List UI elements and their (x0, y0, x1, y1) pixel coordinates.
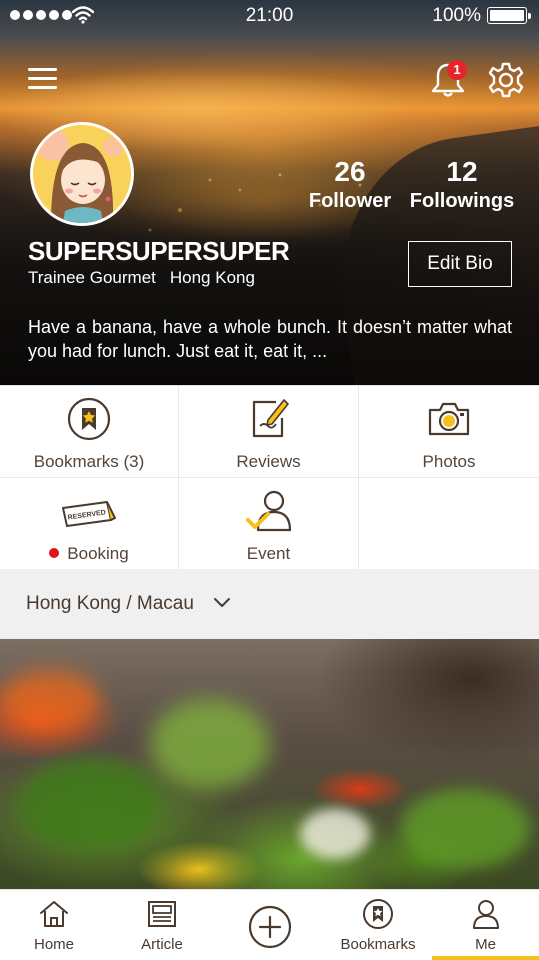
add-circle-icon (248, 905, 292, 949)
tab-bookmarks[interactable]: Bookmarks (324, 890, 432, 960)
edit-bio-button[interactable]: Edit Bio (408, 241, 512, 287)
tab-me[interactable]: Me (432, 890, 539, 960)
tab-me-label: Me (475, 936, 496, 953)
bookmark-star-icon (67, 397, 111, 441)
menu-booking-label-row: Booking (0, 544, 178, 564)
tab-add[interactable] (216, 890, 324, 960)
follower-label: Follower (308, 190, 392, 212)
article-icon (148, 901, 176, 927)
review-pen-icon (252, 399, 289, 438)
username: SUPERSUPERSUPER (28, 236, 290, 266)
hamburger-icon[interactable] (28, 66, 58, 92)
bookmark-star-icon (363, 899, 393, 929)
menu-bookmarks[interactable]: Bookmarks (3) (0, 386, 179, 478)
reserved-sign-icon: RESERVED (62, 501, 116, 527)
following-count: 12 (446, 156, 478, 187)
profile-header: 21:00 100% 1 26 Follower 12 Followings S… (0, 0, 539, 385)
avatar[interactable] (30, 122, 134, 226)
battery-level (490, 10, 524, 21)
home-icon (40, 901, 68, 927)
menu-event[interactable]: Event (179, 478, 359, 570)
follower-stat[interactable]: 26 Follower (300, 156, 400, 214)
avatar-girl-illustration (33, 125, 131, 223)
camera-icon (428, 402, 470, 436)
user-location: Hong Kong (169, 268, 255, 287)
user-check-icon (245, 490, 291, 532)
profile-menu-grid: Bookmarks (3) Reviews Photos RESERVED Bo… (0, 385, 539, 570)
notification-badge: 1 (447, 60, 467, 80)
follower-count: 26 (334, 156, 366, 187)
menu-reviews-label: Reviews (236, 452, 301, 471)
user-icon (472, 900, 499, 929)
food-photo[interactable] (0, 639, 539, 889)
tab-bookmarks-label: Bookmarks (340, 936, 416, 953)
tab-article[interactable]: Article (108, 890, 216, 960)
user-bio: Have a banana, have a whole bunch. It do… (28, 317, 512, 361)
tab-home-label: Home (33, 936, 74, 953)
booking-alert-dot (49, 548, 60, 558)
menu-reviews[interactable]: Reviews (179, 386, 359, 478)
battery-icon (487, 7, 531, 24)
menu-bookmarks-label: Bookmarks (3) (33, 452, 145, 471)
menu-booking[interactable]: RESERVED Booking (0, 478, 179, 570)
battery-percent: 100% (432, 5, 481, 26)
user-level: Trainee Gourmet (28, 268, 156, 287)
menu-booking-label: Booking (67, 544, 129, 563)
tab-home[interactable]: Home (0, 890, 108, 960)
region-selector[interactable]: Hong Kong / Macau (0, 569, 539, 639)
menu-event-label: Event (246, 544, 291, 563)
active-tab-indicator (432, 956, 539, 960)
status-bar: 21:00 100% (0, 0, 539, 32)
user-meta: Trainee Gourmet Hong Kong (28, 268, 255, 288)
bottom-tab-bar: Home Article Bookmarks Me (0, 889, 539, 960)
chevron-down-icon (214, 598, 230, 607)
menu-empty-cell (359, 478, 539, 570)
region-label: Hong Kong / Macau (26, 593, 194, 614)
following-label: Followings (409, 190, 515, 212)
menu-photos-label: Photos (422, 452, 476, 471)
tab-article-label: Article (141, 936, 183, 953)
following-stat[interactable]: 12 Followings (404, 156, 520, 214)
gear-icon[interactable] (486, 60, 526, 100)
menu-photos[interactable]: Photos (359, 386, 539, 478)
